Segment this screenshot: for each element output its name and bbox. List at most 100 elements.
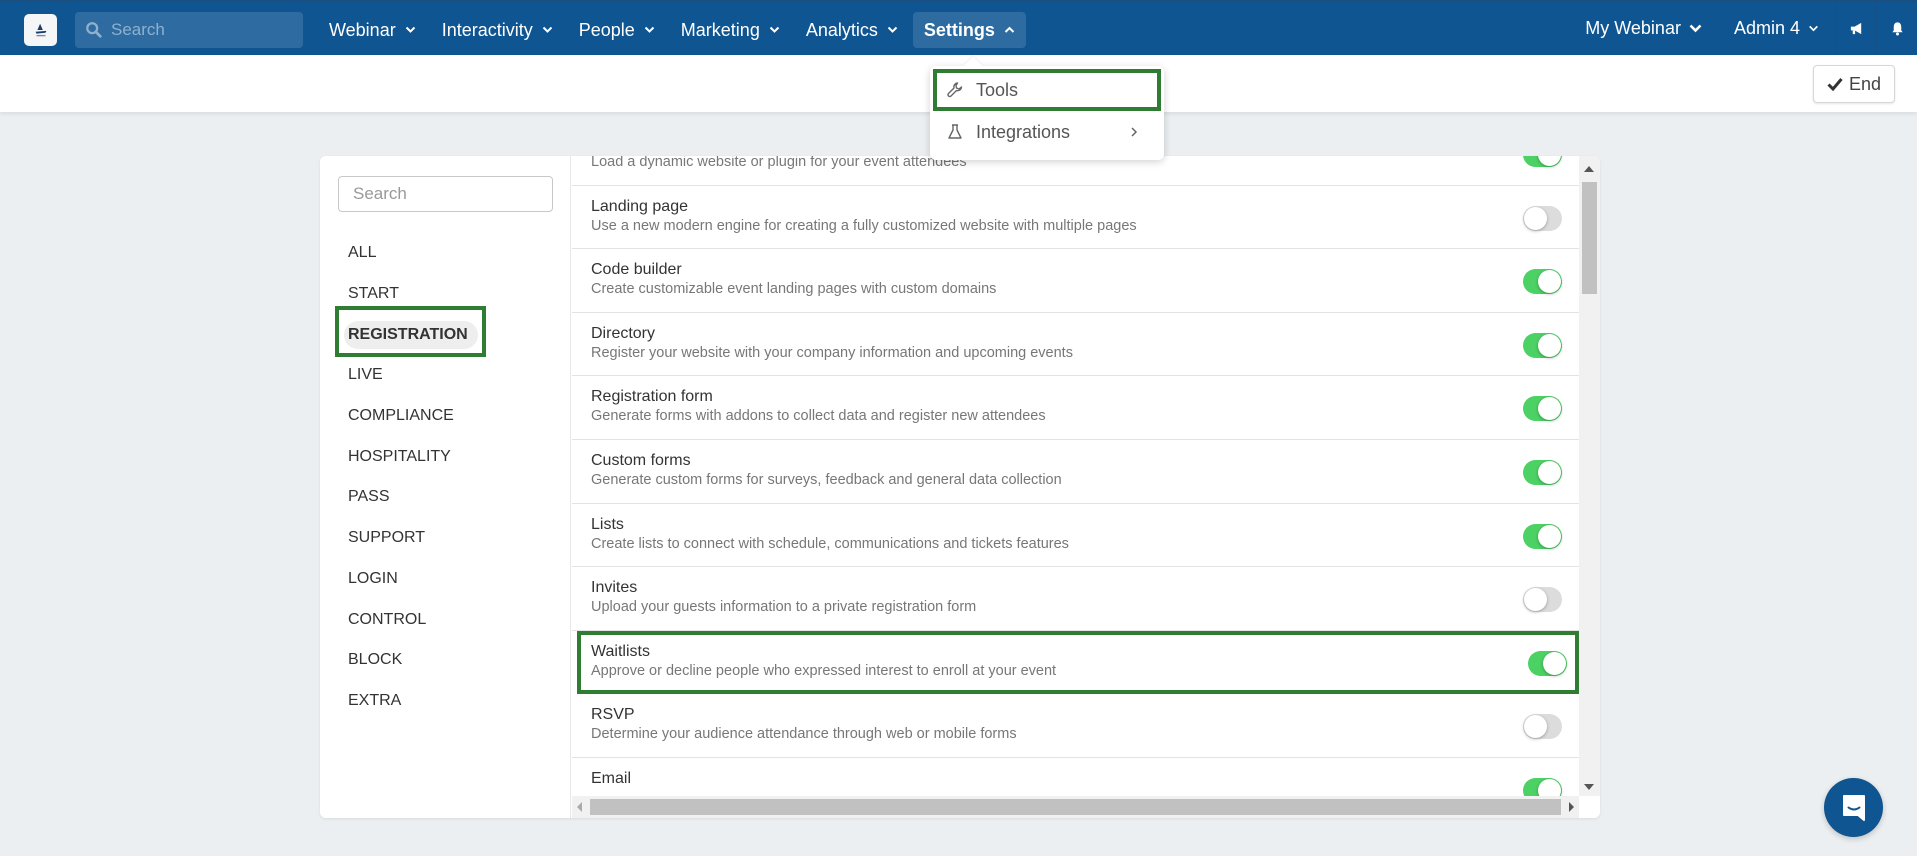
tool-title: Landing page: [591, 197, 688, 215]
main-nav: Webinar Interactivity People Marketing A…: [318, 12, 1030, 48]
category-live[interactable]: LIVE: [320, 355, 571, 396]
tool-row-custom-forms: Custom forms Generate custom forms for s…: [572, 440, 1579, 504]
category-compliance[interactable]: COMPLIANCE: [320, 396, 571, 437]
category-label: REGISTRATION: [344, 320, 478, 349]
category-label: LOGIN: [348, 569, 398, 587]
announcements-button[interactable]: [1835, 2, 1876, 55]
scroll-down-arrow-icon[interactable]: [1584, 784, 1594, 790]
global-search[interactable]: [75, 12, 303, 48]
tool-toggle-waitlists[interactable]: [1528, 650, 1567, 676]
tool-row-rsvp: RSVP Determine your audience attendance …: [572, 694, 1579, 758]
megaphone-icon: [1850, 22, 1861, 35]
category-login[interactable]: LOGIN: [320, 559, 571, 600]
nav-interactivity-label: Interactivity: [441, 19, 533, 40]
settings-dropdown: Tools Integrations: [930, 66, 1164, 160]
scroll-up-arrow-icon[interactable]: [1584, 166, 1594, 172]
category-all[interactable]: ALL: [320, 233, 571, 274]
tool-toggle-rsvp[interactable]: [1523, 714, 1562, 740]
scroll-left-arrow-icon[interactable]: [577, 802, 582, 812]
chevron-down-icon: [1689, 24, 1702, 33]
category-block[interactable]: BLOCK: [320, 640, 571, 681]
vertical-scroll-thumb[interactable]: [1582, 182, 1597, 294]
end-button-label: End: [1848, 73, 1882, 94]
scroll-right-arrow-icon[interactable]: [1569, 802, 1574, 812]
dropdown-item-tools[interactable]: Tools: [933, 69, 1161, 111]
tool-description: Approve or decline people who expressed …: [591, 662, 1057, 679]
category-label: HOSPITALITY: [348, 447, 451, 465]
tool-description: Determine your audience attendance throu…: [591, 726, 1017, 743]
category-hospitality[interactable]: HOSPITALITY: [320, 436, 571, 477]
category-extra[interactable]: EXTRA: [320, 681, 571, 722]
tool-toggle-lists[interactable]: [1523, 523, 1562, 549]
category-label: PASS: [348, 488, 390, 506]
end-button[interactable]: End: [1813, 65, 1895, 103]
nav-people[interactable]: People: [568, 12, 666, 48]
tool-toggle-custom-forms[interactable]: [1523, 459, 1562, 485]
horizontal-scroll-thumb[interactable]: [590, 799, 1561, 815]
category-label: START: [348, 285, 399, 303]
tools-panel: ALL START REGISTRATION LIVE COMPLIANCE H…: [320, 156, 1600, 818]
category-pass[interactable]: PASS: [320, 477, 571, 518]
category-label: LIVE: [348, 366, 383, 384]
tool-row-registration-form: Registration form Generate forms with ad…: [572, 376, 1579, 440]
tool-description: Generate forms with addons to collect da…: [591, 408, 1046, 425]
nav-marketing[interactable]: Marketing: [670, 12, 791, 48]
category-control[interactable]: CONTROL: [320, 599, 571, 640]
nav-webinar[interactable]: Webinar: [318, 12, 427, 48]
dropdown-item-integrations-label: Integrations: [976, 121, 1071, 142]
tool-title: Code builder: [591, 261, 682, 279]
notifications-button[interactable]: [1876, 2, 1917, 55]
category-registration[interactable]: REGISTRATION: [320, 314, 571, 355]
nav-interactivity[interactable]: Interactivity: [431, 12, 564, 48]
vertical-scrollbar[interactable]: [1579, 156, 1600, 796]
tool-toggle-landing-page[interactable]: [1523, 205, 1562, 231]
event-selector[interactable]: My Webinar: [1569, 2, 1718, 55]
chevron-down-icon: [405, 26, 415, 33]
tool-description: Create lists to connect with schedule, c…: [591, 535, 1069, 552]
dropdown-item-tools-label: Tools: [976, 79, 1019, 100]
event-selector-label: My Webinar: [1585, 18, 1681, 38]
category-label: BLOCK: [348, 651, 403, 669]
nav-analytics[interactable]: Analytics: [795, 12, 909, 48]
category-sidebar: ALL START REGISTRATION LIVE COMPLIANCE H…: [320, 156, 571, 818]
category-search-input[interactable]: [338, 176, 553, 212]
nav-analytics-label: Analytics: [805, 19, 878, 40]
app-logo[interactable]: [24, 14, 57, 46]
tool-title: Lists: [591, 515, 624, 533]
dropdown-item-integrations[interactable]: Integrations: [930, 111, 1164, 153]
tool-row-landing-page: Landing page Use a new modern engine for…: [572, 186, 1579, 250]
user-menu[interactable]: Admin 4: [1718, 2, 1835, 55]
nav-settings[interactable]: Settings: [912, 12, 1026, 48]
category-start[interactable]: START: [320, 274, 571, 315]
flask-icon: [948, 124, 962, 139]
category-label: CONTROL: [348, 610, 427, 628]
bell-icon: [1891, 22, 1903, 36]
search-icon: [86, 22, 102, 38]
app-logo-icon: [35, 23, 46, 37]
category-support[interactable]: SUPPORT: [320, 518, 571, 559]
chat-launcher-button[interactable]: [1824, 778, 1883, 837]
nav-marketing-label: Marketing: [680, 19, 760, 40]
tool-toggle-code-builder[interactable]: [1523, 269, 1562, 295]
category-label: ALL: [348, 244, 377, 262]
horizontal-scrollbar[interactable]: [572, 796, 1579, 818]
nav-settings-label: Settings: [923, 19, 995, 40]
tool-title: Directory: [591, 324, 656, 342]
tool-toggle-directory[interactable]: [1523, 332, 1562, 358]
chevron-up-icon: [1004, 26, 1015, 33]
tool-title: RSVP: [591, 706, 635, 724]
chevron-down-icon: [542, 26, 552, 33]
chevron-down-icon: [887, 26, 898, 33]
tool-row-lists: Lists Create lists to connect with sched…: [572, 504, 1579, 568]
tool-row-invites: Invites Upload your guests information t…: [572, 567, 1579, 631]
tool-toggle-registration-form[interactable]: [1523, 396, 1562, 422]
tool-toggle-invites[interactable]: [1523, 587, 1562, 613]
chevron-down-icon: [1809, 25, 1818, 32]
tool-title: Custom forms: [591, 451, 691, 469]
global-search-input[interactable]: [111, 20, 291, 40]
tool-description: Upload your guests information to a priv…: [591, 599, 977, 616]
top-navbar: Webinar Interactivity People Marketing A…: [0, 0, 1917, 55]
tool-toggle-email[interactable]: [1523, 777, 1562, 796]
category-label: EXTRA: [348, 691, 402, 709]
tools-list: Website Load a dynamic website or plugin…: [572, 156, 1579, 796]
